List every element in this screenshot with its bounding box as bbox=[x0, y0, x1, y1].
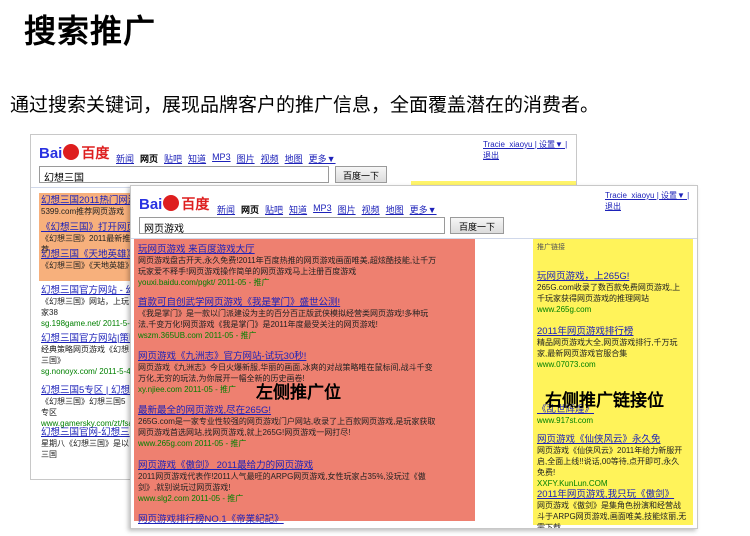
nav-news[interactable]: 新闻 bbox=[217, 203, 235, 216]
ad-url: www.slg2.com 2011-05 - 推广 bbox=[138, 494, 244, 503]
nav-map[interactable]: 地图 bbox=[386, 203, 404, 216]
ad-desc: 精品网页游戏大全,网页游戏排行,千万玩家,最新网页游戏官服合集 bbox=[537, 338, 678, 358]
nav-more[interactable]: 更多▼ bbox=[410, 203, 437, 216]
ad-url: www.917st.com bbox=[537, 416, 594, 425]
list-item[interactable]: 网页游戏排行榜NO.1《帝業紀記》 bbox=[138, 514, 438, 525]
left-region-label: 左侧推广位 bbox=[256, 383, 341, 402]
user-bar[interactable]: Tracie_xiaoyu | 设置▼ | 退出 bbox=[483, 139, 576, 161]
ad-url: wszm.365UB.com 2011-05 - 推广 bbox=[138, 331, 257, 340]
ad-title[interactable]: 玩网页游戏 来百度游戏大厅 bbox=[138, 244, 438, 255]
nav-zhidao[interactable]: 知道 bbox=[188, 152, 206, 165]
result-desc: 5399.com推荐网页游戏 bbox=[41, 207, 125, 216]
list-item[interactable]: 幻想三国2011热门网游 5399.com推荐网页游戏 bbox=[41, 195, 131, 217]
result-title[interactable]: 幻想三国官方网站 - 幻想 bbox=[41, 285, 131, 296]
result-title[interactable]: 幻想三国官网-幻想三 bbox=[41, 427, 131, 438]
result-desc: 《幻想三国》幻想三国5专区 bbox=[41, 397, 126, 417]
ad-title[interactable]: 2011年网页游戏,我只玩《傲剑》 bbox=[537, 489, 687, 500]
nav-zhidao[interactable]: 知道 bbox=[289, 203, 307, 216]
result-title[interactable]: 幻想三国5专区 | 幻想 bbox=[41, 385, 131, 396]
logo-cn: 百度 bbox=[181, 196, 210, 212]
nav-web[interactable]: 网页 bbox=[241, 203, 259, 216]
ad-title[interactable]: 网页游戏《傲剑》 2011最给力的网页游戏 bbox=[138, 460, 438, 471]
result-url: sg.nonoyx.com/ 2011-5-4 bbox=[41, 367, 131, 376]
nav-video[interactable]: 视频 bbox=[261, 152, 279, 165]
nav-tieba[interactable]: 贴吧 bbox=[265, 203, 283, 216]
list-item[interactable]: 幻想三国5专区 | 幻想 《幻想三国》幻想三国5专区 www.gamersky.… bbox=[41, 385, 142, 429]
ad-desc: 265G.com收录了数百款免费网页游戏,上千玩家获得网页游戏的推理网站 bbox=[537, 283, 681, 303]
nav-mp3[interactable]: MP3 bbox=[313, 203, 332, 216]
logo-cn: 百度 bbox=[81, 145, 110, 161]
ad-url: youxi.baidu.com/pgkt/ 2011-05 - 推广 bbox=[138, 278, 270, 287]
logo-latin: Bai bbox=[139, 195, 163, 213]
ad-url: www.07073.com bbox=[537, 360, 596, 369]
paw-icon bbox=[163, 195, 180, 211]
nav-mp3[interactable]: MP3 bbox=[212, 152, 231, 165]
ad-title[interactable]: 最新最全的网页游戏,尽在265G! bbox=[138, 405, 438, 416]
front-nav: 新闻 网页 贴吧 知道 MP3 图片 视频 地图 更多▼ bbox=[217, 203, 437, 216]
list-item[interactable]: 玩网页游戏 来百度游戏大厅 网页游戏盘古开天,永久免费!2011年百度热推的网页… bbox=[138, 244, 438, 288]
ad-desc: 网页游戏《傲剑》是集角色扮演和经营战斗于ARPG网页游戏,画面唯美,技能炫丽,无… bbox=[537, 501, 687, 529]
list-item[interactable]: 玩网页游戏，上265G! 265G.com收录了数百款免费网页游戏,上千玩家获得… bbox=[537, 271, 687, 315]
nav-video[interactable]: 视频 bbox=[362, 203, 380, 216]
nav-news[interactable]: 新闻 bbox=[116, 152, 134, 165]
front-search-screenshot: Bai 百度 新闻 网页 贴吧 知道 MP3 图片 视频 地图 更多▼ Trac… bbox=[130, 185, 698, 529]
ad-title[interactable]: 网页游戏《九洲志》官方网站-试玩30秒! bbox=[138, 351, 438, 362]
result-desc: 《幻想三国》网站，上玩家38 bbox=[41, 297, 129, 317]
search-input[interactable]: 网页游戏 bbox=[139, 217, 445, 235]
result-title[interactable]: 网页游戏排行榜NO.1《帝業紀記》 bbox=[138, 514, 438, 525]
result-title[interactable]: 幻想三国官方网站|策略 bbox=[41, 333, 131, 344]
ad-desc: 网页游戏盘古开天,永久免费!2011年百度热推的网页游戏画面唯美,超炫酷技能,让… bbox=[138, 256, 437, 276]
ad-url: www.265g.com 2011-05 - 推广 bbox=[138, 439, 247, 448]
slide-subtitle: 通过搜索关键词，展现品牌客户的推广信息，全面覆盖潜在的消费者。 bbox=[10, 94, 600, 116]
result-title[interactable]: 幻想三国《天地英雄》 bbox=[41, 249, 131, 260]
list-item[interactable]: 最新最全的网页游戏,尽在265G! 265G.com是一家专业性较强的网页游戏门… bbox=[138, 405, 438, 449]
list-item[interactable]: 首款可自创武学网页游戏《我是掌门》盛世公测! 《我是掌门》是一款以门派建设为主的… bbox=[138, 297, 438, 341]
search-button[interactable]: 百度一下 bbox=[335, 166, 387, 183]
ad-desc: 《我是掌门》是一款以门派建设为主的百分百正版武侠模拟经营类网页游戏!多种玩法,千… bbox=[138, 309, 429, 329]
nav-web[interactable]: 网页 bbox=[140, 152, 158, 165]
result-desc: 经典策略网页游戏《幻想三国》 bbox=[41, 345, 129, 365]
baidu-logo[interactable]: Bai 百度 bbox=[139, 194, 209, 214]
nav-image[interactable]: 图片 bbox=[338, 203, 356, 216]
ad-title[interactable]: 首款可自创武学网页游戏《我是掌门》盛世公测! bbox=[138, 297, 438, 308]
ad-url: www.265g.com bbox=[537, 305, 592, 314]
right-ad-header: 推广链接 bbox=[537, 244, 565, 251]
result-desc: 《幻想三国》《天地英雄》 bbox=[41, 261, 133, 270]
list-item[interactable]: 幻想三国官网-幻想三 星期八《幻想三国》是以三国 bbox=[41, 427, 131, 460]
ad-desc: 网页游戏《仙侠风云》2011年给力新服开启,全面上线!!说话,00等待,点开即可… bbox=[537, 446, 683, 477]
list-item[interactable]: 网页游戏《傲剑》 2011最给力的网页游戏 2011网页游戏代表作!2011人气… bbox=[138, 460, 438, 504]
result-url: sg.198game.net/ 2011-5-2 bbox=[41, 319, 135, 328]
list-item[interactable]: 网页游戏《仙侠风云》永久免 网页游戏《仙侠风云》2011年给力新服开启,全面上线… bbox=[537, 434, 687, 489]
nav-map[interactable]: 地图 bbox=[285, 152, 303, 165]
right-region-label: 右侧推广链接位 bbox=[545, 391, 664, 410]
user-bar[interactable]: Tracie_xiaoyu | 设置▼ | 退出 bbox=[605, 190, 697, 212]
ad-desc: 2011网页游戏代表作!2011人气最旺的ARPG网页游戏,女性玩家占35%,没… bbox=[138, 472, 426, 492]
list-item[interactable]: 2011年网页游戏排行榜 精品网页游戏大全,网页游戏排行,千万玩家,最新网页游戏… bbox=[537, 326, 687, 370]
list-item[interactable]: 2011年网页游戏,我只玩《傲剑》 网页游戏《傲剑》是集角色扮演和经营战斗于AR… bbox=[537, 489, 687, 529]
ad-title[interactable]: 2011年网页游戏排行榜 bbox=[537, 326, 687, 337]
result-title[interactable]: 《幻想三国》打开网页 bbox=[41, 222, 131, 233]
ad-desc: 265G.com是一家专业性较强的网页游戏门户网站,收录了上百款网页游戏,是玩家… bbox=[138, 417, 436, 437]
back-nav: 新闻 网页 贴吧 知道 MP3 图片 视频 地图 更多▼ bbox=[116, 152, 336, 165]
logo-latin: Bai bbox=[39, 144, 63, 162]
paw-icon bbox=[63, 144, 80, 160]
search-input[interactable]: 幻想三国 bbox=[39, 166, 329, 184]
nav-more[interactable]: 更多▼ bbox=[309, 152, 336, 165]
result-desc: 星期八《幻想三国》是以三国 bbox=[41, 439, 129, 459]
ad-title[interactable]: 网页游戏《仙侠风云》永久免 bbox=[537, 434, 687, 445]
ad-url: XXFY.KunLun.COM bbox=[537, 479, 608, 488]
nav-tieba[interactable]: 贴吧 bbox=[164, 152, 182, 165]
list-item[interactable]: 幻想三国官方网站 - 幻想 《幻想三国》网站，上玩家38 sg.198game.… bbox=[41, 285, 135, 329]
result-title[interactable]: 幻想三国2011热门网游 bbox=[41, 195, 131, 206]
search-button[interactable]: 百度一下 bbox=[450, 217, 504, 234]
slide-title: 搜索推广 bbox=[24, 12, 157, 50]
list-item[interactable]: 幻想三国官方网站|策略 经典策略网页游戏《幻想三国》 sg.nonoyx.com… bbox=[41, 333, 131, 377]
baidu-logo[interactable]: Bai 百度 bbox=[39, 143, 109, 163]
nav-image[interactable]: 图片 bbox=[237, 152, 255, 165]
list-item[interactable]: 幻想三国《天地英雄》 《幻想三国》《天地英雄》 bbox=[41, 249, 133, 271]
ad-title[interactable]: 玩网页游戏，上265G! bbox=[537, 271, 687, 282]
